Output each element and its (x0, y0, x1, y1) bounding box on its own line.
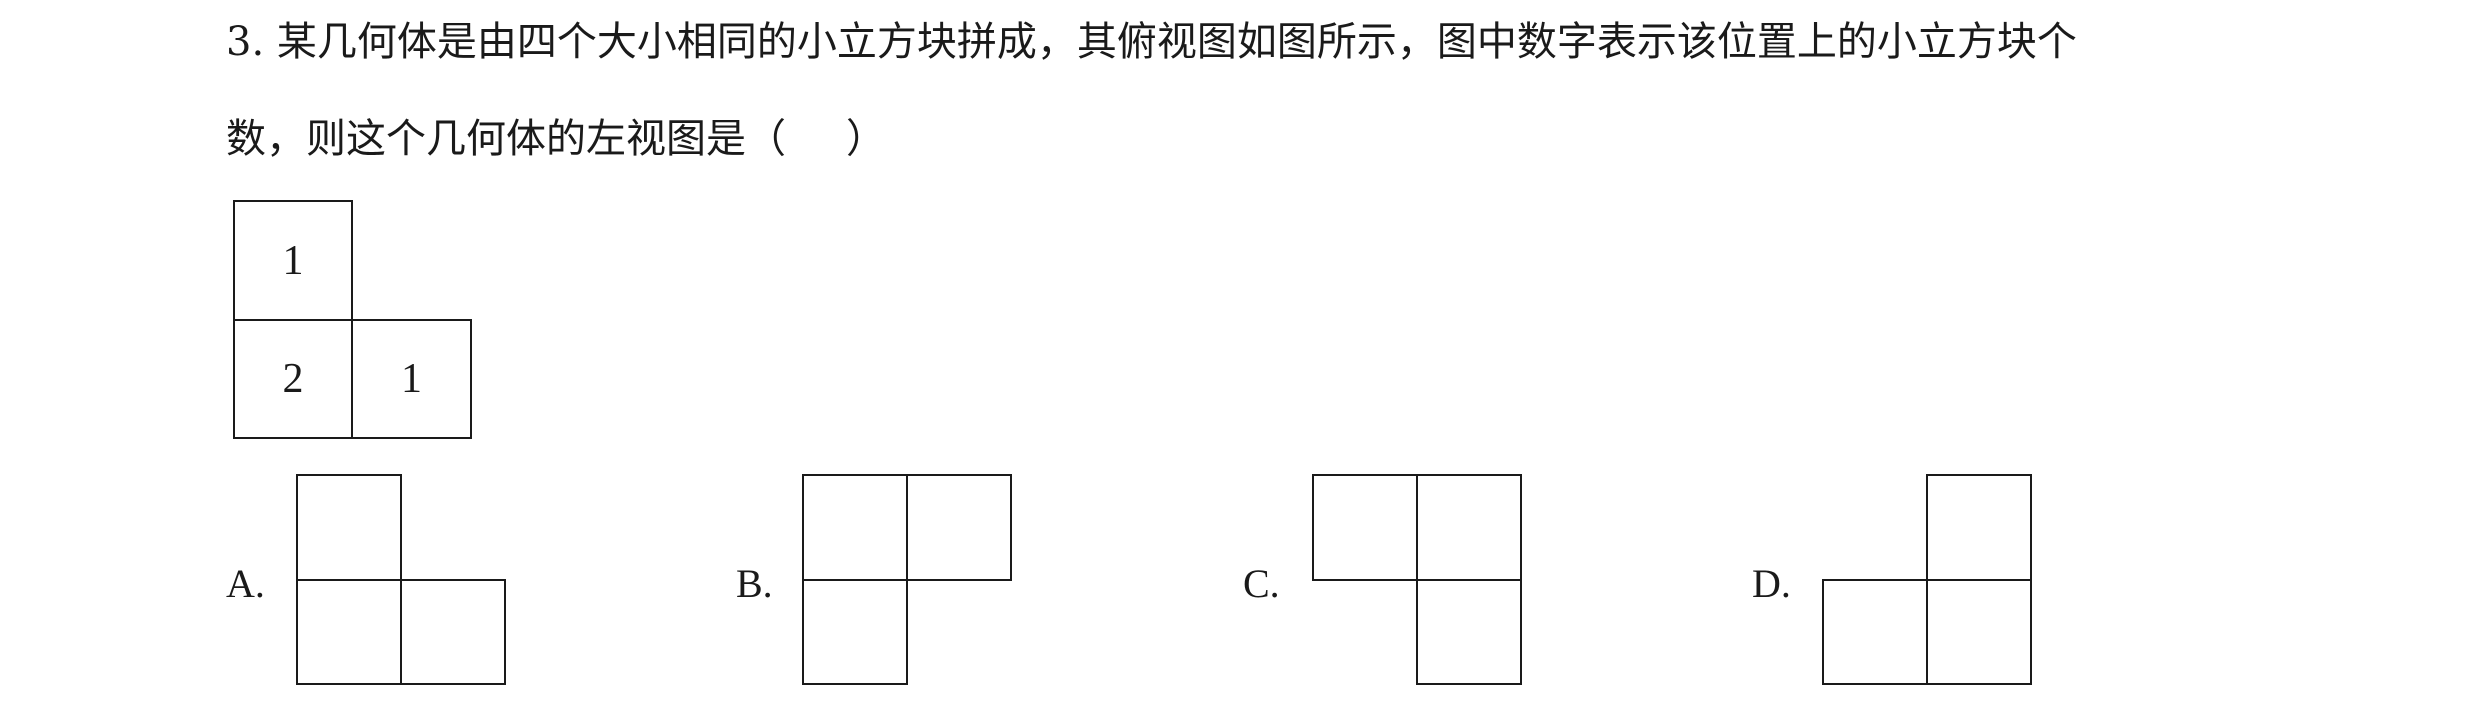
option-b-label: B. (736, 561, 773, 606)
option-d-label: D. (1752, 561, 1791, 606)
option-b-square-top-right (906, 474, 1012, 581)
option-d-square-bottom-left (1822, 579, 1928, 685)
top-view-cell-bottom-right: 1 (351, 319, 472, 439)
question-text-line-2: 数，则这个几何体的左视图是（ ） (226, 115, 886, 163)
option-a-square-bottom-left (296, 579, 402, 685)
top-view-cell-bottom-left: 2 (233, 319, 353, 439)
option-d-square-bottom-right (1926, 579, 2032, 685)
option-b-square-top-left (802, 474, 908, 581)
option-b-square-bottom-left (802, 579, 908, 685)
option-c-square-top-left (1312, 474, 1418, 581)
question-text-line-2-end: ） (846, 116, 886, 162)
option-a-square-top-left (296, 474, 402, 581)
option-c-square-top-right (1416, 474, 1522, 581)
option-d-square-top-right (1926, 474, 2032, 581)
top-view-cell-top-left: 1 (233, 200, 353, 321)
question-text-line-1: 3. 某几何体是由四个大小相同的小立方块拼成，其俯视图如图所示，图中数字表示该位… (226, 19, 2077, 65)
option-a-label: A. (226, 561, 265, 606)
option-c-label: C. (1243, 561, 1280, 606)
option-c-square-bottom-right (1416, 579, 1522, 685)
question-text-line-2-start: 数，则这个几何体的左视图是（ (226, 116, 786, 162)
option-a-square-bottom-right (400, 579, 506, 685)
